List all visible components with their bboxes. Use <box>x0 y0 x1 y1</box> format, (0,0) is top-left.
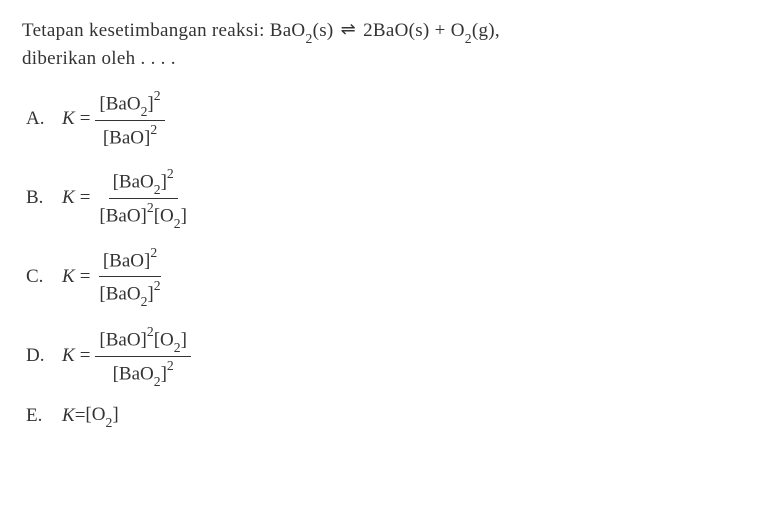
option-label: C. <box>26 264 62 291</box>
denominator: [BaO2]2 <box>95 277 164 310</box>
option-e-rhs: [O2] <box>85 402 118 430</box>
option-c: C. K = [BaO]2 [BaO2]2 <box>26 244 756 310</box>
numerator: [BaO2]2 <box>95 87 164 121</box>
fraction: [BaO2]2 [BaO]2 <box>95 87 164 153</box>
question-block: Tetapan kesetimbangan reaksi: BaO2(s) ⇌ … <box>22 18 756 73</box>
option-label: A. <box>26 106 62 133</box>
question-prefix: Tetapan kesetimbangan reaksi: <box>22 20 270 41</box>
option-e-equation: K= [O2] <box>62 402 119 430</box>
equilibrium-arrow-icon: ⇌ <box>341 17 356 42</box>
option-b-equation: K = [BaO2]2 [BaO]2[O2] <box>62 165 191 233</box>
option-e: E. K= [O2] <box>26 402 756 430</box>
fraction: [BaO2]2 [BaO]2[O2] <box>95 165 191 233</box>
option-a-equation: K = [BaO2]2 [BaO]2 <box>62 87 165 153</box>
denominator: [BaO2]2 <box>109 357 178 390</box>
options-list: A. K = [BaO2]2 [BaO]2 B. K = [BaO2]2 [Ba… <box>26 87 756 430</box>
numerator: [BaO2]2 <box>109 165 178 199</box>
fraction: [BaO]2[O2] [BaO2]2 <box>95 323 191 391</box>
fraction: [BaO]2 [BaO2]2 <box>95 244 164 310</box>
question-line-2: diberikan oleh . . . . <box>22 46 756 73</box>
numerator: [BaO]2[O2] <box>95 323 191 357</box>
option-label: B. <box>26 185 62 212</box>
reaction: BaO2(s) ⇌ 2BaO(s) + O2(g) <box>270 20 495 41</box>
option-a: A. K = [BaO2]2 [BaO]2 <box>26 87 756 153</box>
numerator: [BaO]2 <box>99 244 161 277</box>
option-c-equation: K = [BaO]2 [BaO2]2 <box>62 244 165 310</box>
question-line-1: Tetapan kesetimbangan reaksi: BaO2(s) ⇌ … <box>22 18 756 46</box>
option-label: E. <box>26 403 62 430</box>
option-label: D. <box>26 343 62 370</box>
denominator: [BaO]2 <box>99 121 161 153</box>
option-d: D. K = [BaO]2[O2] [BaO2]2 <box>26 323 756 391</box>
option-b: B. K = [BaO2]2 [BaO]2[O2] <box>26 165 756 233</box>
option-d-equation: K = [BaO]2[O2] [BaO2]2 <box>62 323 191 391</box>
denominator: [BaO]2[O2] <box>95 199 191 232</box>
